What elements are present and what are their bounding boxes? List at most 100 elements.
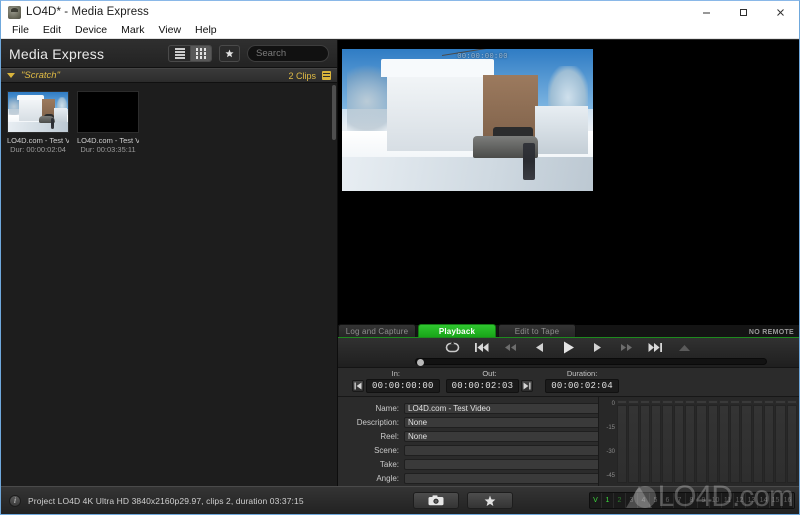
list-view-button[interactable] [169,46,190,61]
video-image [342,49,593,191]
star-icon [225,49,234,58]
menu-help[interactable]: Help [188,23,224,38]
scrub-handle[interactable] [417,359,424,366]
meter-column [617,405,628,483]
maximize-button[interactable] [725,1,762,23]
out-point-field: Out: 00:00:02:03 [445,369,534,396]
channel-button-1[interactable]: 1 [602,493,614,508]
clip-thumbnail[interactable] [7,91,69,133]
tab-log-and-capture[interactable]: Log and Capture [338,324,416,337]
in-timecode[interactable]: 00:00:00:00 [366,379,440,393]
close-button[interactable] [762,1,799,23]
skip-to-start-button[interactable] [473,341,490,354]
eject-button[interactable] [676,341,693,354]
meter-peak [730,400,741,404]
channel-button-7[interactable]: 7 [674,493,686,508]
bin-header-scratch[interactable]: "Scratch" 2 Clips [1,68,337,83]
favorite-button[interactable] [467,492,513,509]
channel-button-11[interactable]: 11 [722,493,734,508]
meter-peak [741,400,752,404]
channel-button-8[interactable]: 8 [686,493,698,508]
meter-peak [650,400,662,404]
audio-meters-panel: 0 -15 -30 -45 -60 [598,397,799,503]
bin-clip-count: 2 Clips [288,70,316,81]
meter-column [741,405,752,483]
meter-peak [786,400,797,404]
list-item[interactable]: LO4D.com - Test Vi... Dur: 00:00:02:04 [7,91,69,154]
channel-button-v[interactable]: V [590,493,602,508]
fast-forward-icon [621,344,632,351]
skip-to-end-button[interactable] [647,341,664,354]
meter-scale: 0 -15 -30 -45 -60 [599,397,617,503]
meter-channel [730,400,741,483]
loop-icon [445,342,460,353]
meter-scale-label: -15 [606,425,615,431]
channel-button-14[interactable]: 14 [758,493,770,508]
channel-button-15[interactable]: 15 [770,493,782,508]
library-scrollbar[interactable] [332,83,336,486]
star-icon [484,495,496,506]
meter-column [628,405,639,483]
menu-mark[interactable]: Mark [114,23,151,38]
clip-duration: Dur: 00:03:35:11 [80,145,136,154]
tab-edit-to-tape[interactable]: Edit to Tape [498,324,576,337]
meter-channel [617,400,628,483]
audio-channel-selector[interactable]: V 1 2 3 4 5 6 7 8 9 10 11 12 13 14 15 16 [589,492,795,509]
minimize-button[interactable] [688,1,725,23]
main-area: Media Express "Scratch [1,40,799,503]
meter-column [650,405,662,483]
clip-thumbnail[interactable] [77,91,139,133]
grid-view-button[interactable] [190,46,211,61]
menu-device[interactable]: Device [68,23,114,38]
menu-bar: File Edit Device Mark View Help [1,23,799,39]
menu-edit[interactable]: Edit [36,23,68,38]
channel-button-9[interactable]: 9 [698,493,710,508]
view-toggle [168,45,212,62]
loop-button[interactable] [444,341,461,354]
search-input[interactable] [256,48,320,59]
snapshot-button[interactable] [413,492,459,509]
meter-column [673,405,684,483]
fast-forward-button[interactable] [618,341,635,354]
meter-channel [662,400,673,483]
step-back-button[interactable] [531,341,548,354]
channel-button-2[interactable]: 2 [614,493,626,508]
project-status: i Project LO4D 4K Ultra HD 3840x2160p29.… [1,494,401,507]
favorites-button[interactable] [219,45,240,62]
search-box[interactable] [247,45,329,62]
scrub-bar[interactable] [415,358,767,366]
meter-scale-label: -45 [606,473,615,479]
rewind-button[interactable] [502,341,519,354]
menu-file[interactable]: File [5,23,36,38]
meter-scale-label: 0 [611,401,615,407]
channel-button-13[interactable]: 13 [746,493,758,508]
channel-button-6[interactable]: 6 [662,493,674,508]
meter-channel [718,400,730,483]
channel-button-10[interactable]: 10 [710,493,722,508]
meter-channel [764,400,775,483]
media-express-window: LO4D* - Media Express File Edit Device M… [0,0,800,515]
channel-button-3[interactable]: 3 [626,493,638,508]
play-button[interactable] [560,341,577,354]
clip-grid: LO4D.com - Test Vi... Dur: 00:00:02:04 L… [1,83,337,486]
menu-view[interactable]: View [151,23,188,38]
meter-channel [741,400,752,483]
meter-channel [775,400,786,483]
duration-timecode[interactable]: 00:00:02:04 [545,379,619,393]
meter-column [764,405,775,483]
mark-in-button[interactable] [352,380,364,392]
step-forward-button[interactable] [589,341,606,354]
meter-peak [696,400,707,404]
tab-playback[interactable]: Playback [418,324,496,337]
mark-out-button[interactable] [521,380,534,392]
reel-label: Reel: [380,432,399,441]
list-item[interactable]: LO4D.com - Test Vi... Dur: 00:03:35:11 [77,91,139,154]
channel-button-4[interactable]: 4 [638,493,650,508]
meter-channel [707,400,718,483]
channel-button-5[interactable]: 5 [650,493,662,508]
meter-column [639,405,650,483]
channel-button-12[interactable]: 12 [734,493,746,508]
video-viewer[interactable]: 00:00:00:00 [338,40,799,325]
out-timecode[interactable]: 00:00:02:03 [445,379,520,393]
channel-button-16[interactable]: 16 [782,493,794,508]
